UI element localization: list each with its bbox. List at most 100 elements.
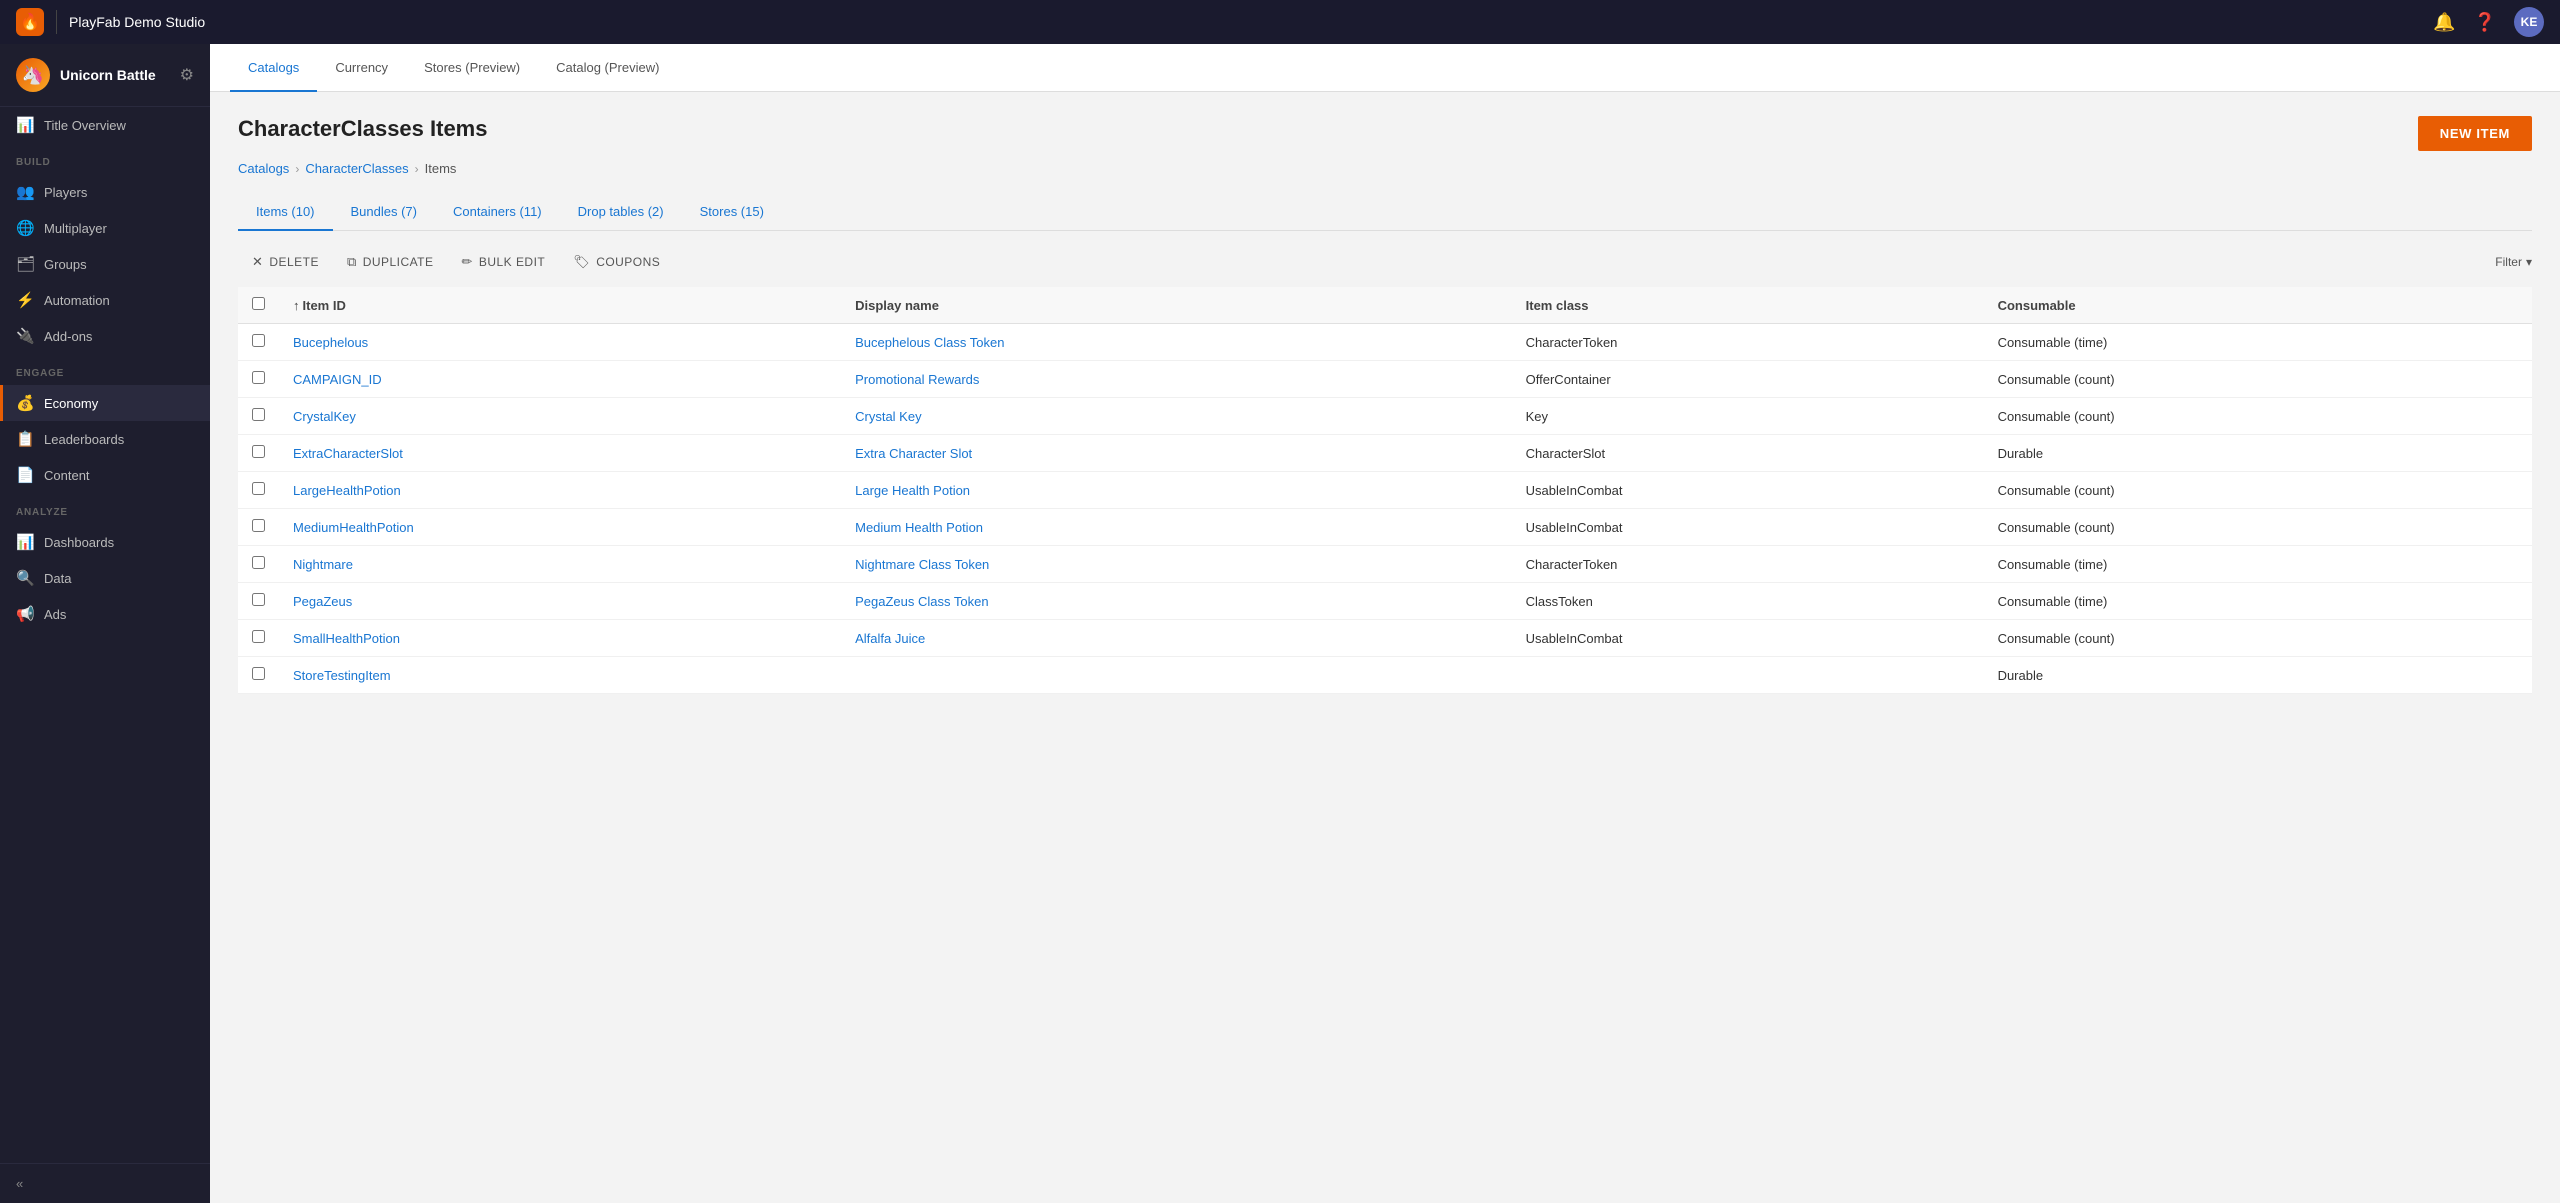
row-consumable: Durable	[1984, 657, 2532, 694]
sidebar-item-automation[interactable]: ⚡ Automation	[0, 282, 210, 318]
sidebar-item-dashboards[interactable]: 📊 Dashboards	[0, 524, 210, 560]
row-item-id[interactable]: StoreTestingItem	[279, 657, 841, 694]
table-row: Bucephelous Bucephelous Class Token Char…	[238, 324, 2532, 361]
tab-currency[interactable]: Currency	[317, 44, 406, 92]
row-checkbox-9[interactable]	[252, 667, 265, 680]
row-checkbox-3[interactable]	[252, 445, 265, 458]
row-checkbox-7[interactable]	[252, 593, 265, 606]
inner-tabs: Items (10) Bundles (7) Containers (11) D…	[238, 194, 2532, 231]
sidebar-collapse-btn[interactable]: «	[0, 1163, 210, 1203]
data-icon: 🔍	[16, 569, 34, 587]
inner-tab-containers[interactable]: Containers (11)	[435, 194, 560, 231]
content-icon: 📄	[16, 466, 34, 484]
sidebar-item-data[interactable]: 🔍 Data	[0, 560, 210, 596]
section-label-build: BUILD	[0, 143, 210, 174]
row-display-name[interactable]: PegaZeus Class Token	[841, 583, 1512, 620]
inner-tab-drop-tables[interactable]: Drop tables (2)	[560, 194, 682, 231]
groups-icon: 🗂	[16, 255, 34, 273]
new-item-button[interactable]: NEW ITEM	[2418, 116, 2532, 151]
row-checkbox-4[interactable]	[252, 482, 265, 495]
automation-icon: ⚡	[16, 291, 34, 309]
topbar-icons: 🔔 ❓ KE	[2433, 7, 2544, 37]
row-checkbox-6[interactable]	[252, 556, 265, 569]
delete-button[interactable]: ✕ DELETE	[238, 247, 333, 277]
filter-button[interactable]: Filter ▾	[2495, 255, 2532, 269]
sidebar-item-label: Ads	[44, 607, 66, 622]
section-label-analyze: ANALYZE	[0, 493, 210, 524]
row-consumable: Consumable (count)	[1984, 509, 2532, 546]
table-row: SmallHealthPotion Alfalfa Juice UsableIn…	[238, 620, 2532, 657]
coupons-label: COUPONS	[596, 255, 660, 269]
table-row: CAMPAIGN_ID Promotional Rewards OfferCon…	[238, 361, 2532, 398]
breadcrumb-characterclasses[interactable]: CharacterClasses	[305, 161, 408, 176]
tab-stores[interactable]: Stores (Preview)	[406, 44, 538, 92]
row-item-class: OfferContainer	[1512, 361, 1984, 398]
tab-catalog-preview[interactable]: Catalog (Preview)	[538, 44, 677, 92]
row-display-name[interactable]: Promotional Rewards	[841, 361, 1512, 398]
row-item-id[interactable]: LargeHealthPotion	[279, 472, 841, 509]
row-item-id[interactable]: MediumHealthPotion	[279, 509, 841, 546]
row-display-name[interactable]: Crystal Key	[841, 398, 1512, 435]
sidebar-item-content[interactable]: 📄 Content	[0, 457, 210, 493]
inner-tab-stores[interactable]: Stores (15)	[682, 194, 782, 231]
row-item-id[interactable]: ExtraCharacterSlot	[279, 435, 841, 472]
row-checkbox-2[interactable]	[252, 408, 265, 421]
sidebar-item-addons[interactable]: 🔌 Add-ons	[0, 318, 210, 354]
inner-tab-items[interactable]: Items (10)	[238, 194, 333, 231]
breadcrumb-catalogs[interactable]: Catalogs	[238, 161, 289, 176]
row-item-class: UsableInCombat	[1512, 620, 1984, 657]
row-consumable: Consumable (count)	[1984, 361, 2532, 398]
row-display-name[interactable]: Extra Character Slot	[841, 435, 1512, 472]
row-item-class: UsableInCombat	[1512, 509, 1984, 546]
sidebar-item-groups[interactable]: 🗂 Groups	[0, 246, 210, 282]
row-consumable: Consumable (time)	[1984, 583, 2532, 620]
row-display-name[interactable]: Nightmare Class Token	[841, 546, 1512, 583]
table-row: Nightmare Nightmare Class Token Characte…	[238, 546, 2532, 583]
row-item-id[interactable]: Nightmare	[279, 546, 841, 583]
coupons-button[interactable]: 🏷 COUPONS	[559, 247, 674, 277]
sidebar-item-label: Economy	[44, 396, 98, 411]
tabbar: Catalogs Currency Stores (Preview) Catal…	[210, 44, 2560, 92]
row-checkbox-1[interactable]	[252, 371, 265, 384]
duplicate-label: DUPLICATE	[363, 255, 434, 269]
row-item-id[interactable]: PegaZeus	[279, 583, 841, 620]
coupons-icon: 🏷	[573, 254, 590, 270]
sidebar-item-multiplayer[interactable]: 🌐 Multiplayer	[0, 210, 210, 246]
settings-icon[interactable]: ⚙	[180, 65, 194, 85]
delete-icon: ✕	[252, 254, 263, 270]
row-display-name[interactable]: Medium Health Potion	[841, 509, 1512, 546]
bell-icon[interactable]: 🔔	[2433, 12, 2455, 33]
row-item-id[interactable]: CAMPAIGN_ID	[279, 361, 841, 398]
help-icon[interactable]: ❓	[2474, 12, 2496, 33]
inner-tab-bundles[interactable]: Bundles (7)	[333, 194, 435, 231]
row-checkbox-8[interactable]	[252, 630, 265, 643]
user-avatar[interactable]: KE	[2514, 7, 2544, 37]
page-title: CharacterClasses Items	[238, 116, 487, 142]
row-item-class: CharacterToken	[1512, 546, 1984, 583]
sidebar-item-title-overview[interactable]: 📊 Title Overview	[0, 107, 210, 143]
main-content: Catalogs Currency Stores (Preview) Catal…	[210, 44, 2560, 1203]
row-checkbox-5[interactable]	[252, 519, 265, 532]
row-display-name[interactable]: Large Health Potion	[841, 472, 1512, 509]
table-body: Bucephelous Bucephelous Class Token Char…	[238, 324, 2532, 694]
row-display-name[interactable]	[841, 657, 1512, 694]
row-item-class: CharacterToken	[1512, 324, 1984, 361]
row-checkbox-0[interactable]	[252, 334, 265, 347]
row-item-id[interactable]: CrystalKey	[279, 398, 841, 435]
duplicate-button[interactable]: ⧉ DUPLICATE	[333, 247, 448, 277]
sidebar-item-players[interactable]: 👥 Players	[0, 174, 210, 210]
sidebar-item-ads[interactable]: 📢 Ads	[0, 596, 210, 632]
select-all-checkbox[interactable]	[252, 297, 265, 310]
sort-up-icon: ↑	[293, 298, 300, 313]
row-display-name[interactable]: Alfalfa Juice	[841, 620, 1512, 657]
tab-catalogs[interactable]: Catalogs	[230, 44, 317, 92]
bulk-edit-button[interactable]: ✏ BULK EDIT	[447, 247, 559, 277]
bulk-edit-label: BULK EDIT	[479, 255, 545, 269]
row-display-name[interactable]: Bucephelous Class Token	[841, 324, 1512, 361]
row-item-id[interactable]: SmallHealthPotion	[279, 620, 841, 657]
row-item-id[interactable]: Bucephelous	[279, 324, 841, 361]
item-id-header[interactable]: ↑ Item ID	[279, 287, 841, 324]
sidebar-item-economy[interactable]: 💰 Economy	[0, 385, 210, 421]
leaderboards-icon: 📋	[16, 430, 34, 448]
sidebar-item-leaderboards[interactable]: 📋 Leaderboards	[0, 421, 210, 457]
